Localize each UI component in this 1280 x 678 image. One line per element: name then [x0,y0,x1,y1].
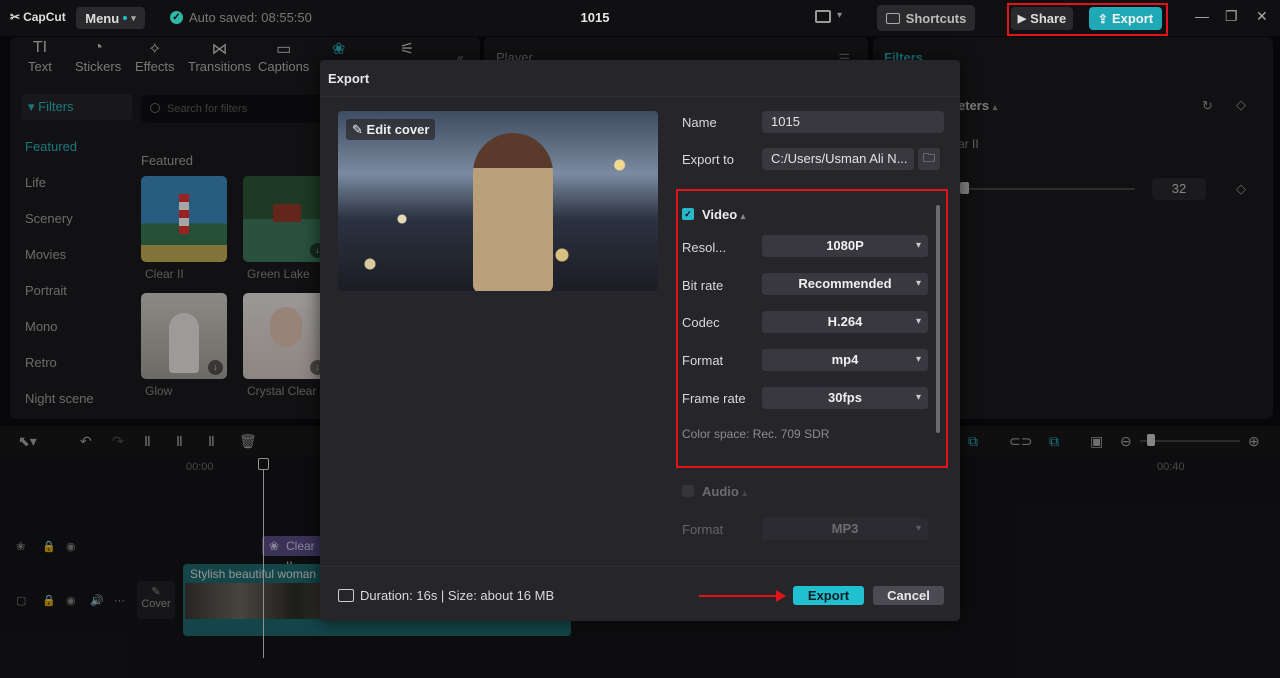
share-button[interactable]: ▶ Share [1011,7,1073,30]
maximize-icon[interactable]: ❐ [1225,8,1238,25]
close-icon[interactable]: ✕ [1256,8,1268,25]
settings-scrollbar[interactable] [936,205,940,433]
chevron-down-icon: ▾ [131,12,136,23]
film-icon [338,589,354,602]
check-icon: ✓ [170,11,183,24]
edit-cover-button[interactable]: ✎ Edit cover [346,119,436,140]
minimize-icon[interactable]: — [1195,8,1209,24]
video-checkbox[interactable]: ✓ [682,208,694,220]
bitrate-select[interactable]: Recommended ▾ [762,273,928,295]
chevron-up-icon: ▴ [740,211,746,221]
annotation-arrow-head [776,590,786,602]
menu-dot [123,16,128,20]
audio-format-label: Format [682,522,724,537]
export-dialog: Export ✎ Edit cover Name 1015 Export to … [320,60,960,621]
name-field[interactable]: 1015 [762,111,944,133]
cancel-button[interactable]: Cancel [873,586,944,605]
video-section-title[interactable]: Video ▴ [702,207,745,222]
layout-icon[interactable] [815,10,831,23]
audio-section-title[interactable]: Audio ▴ [702,484,747,499]
export-to-label: Export to [682,152,735,167]
bitrate-label: Bit rate [682,278,724,293]
frame-rate-select[interactable]: 30fps ▾ [762,387,928,409]
chevron-down-icon: ▾ [915,523,921,534]
frame-rate-label: Frame rate [682,391,746,406]
name-label: Name [682,115,717,130]
project-title[interactable]: 1015 [560,10,630,25]
color-space-info: Color space: Rec. 709 SDR [682,427,830,441]
chevron-up-icon: ▴ [742,488,747,498]
export-path-field[interactable]: C:/Users/Usman Ali N... [762,148,914,170]
resolution-label: Resol... [682,240,727,255]
chevron-down-icon: ▾ [915,354,921,365]
format-label: Format [682,353,724,368]
export-button[interactable]: Export [793,586,864,605]
annotation-arrow [699,595,779,597]
woman-figure [473,133,553,291]
divider [320,566,960,567]
format-select[interactable]: mp4 ▾ [762,349,928,371]
dialog-title: Export [328,71,370,86]
divider [320,96,960,97]
capcut-logo-icon: ✂ [10,10,21,24]
export-top-button[interactable]: ⇪ Export [1089,7,1162,30]
chevron-down-icon: ▾ [915,392,921,403]
pencil-icon: ✎ [352,122,363,137]
chevron-down-icon: ▾ [915,316,921,327]
chevron-down-icon[interactable]: ▾ [837,10,842,21]
codec-select[interactable]: H.264 ▾ [762,311,928,333]
duration-size-info: Duration: 16s | Size: about 16 MB [338,588,554,603]
capcut-logo: ✂ CapCut [10,10,66,24]
keyboard-icon [885,12,900,24]
chevron-down-icon: ▾ [915,278,921,289]
chevron-down-icon: ▾ [915,240,921,251]
share-icon: ▶ [1017,13,1027,25]
codec-label: Codec [682,315,720,330]
folder-icon[interactable]: 🗀 [918,148,940,170]
title-bar: ✂ CapCut Menu ▾ ✓ Auto saved: 08:55:50 1… [0,0,1280,36]
resolution-select[interactable]: 1080P ▾ [762,235,928,257]
audio-format-select[interactable]: MP3 ▾ [762,518,928,540]
autosave-status: ✓ Auto saved: 08:55:50 [170,10,312,25]
upload-icon: ⇪ [1097,11,1108,26]
menu-button[interactable]: Menu ▾ [76,7,145,29]
shortcuts-button[interactable]: Shortcuts [877,5,975,31]
audio-checkbox[interactable] [682,485,694,497]
